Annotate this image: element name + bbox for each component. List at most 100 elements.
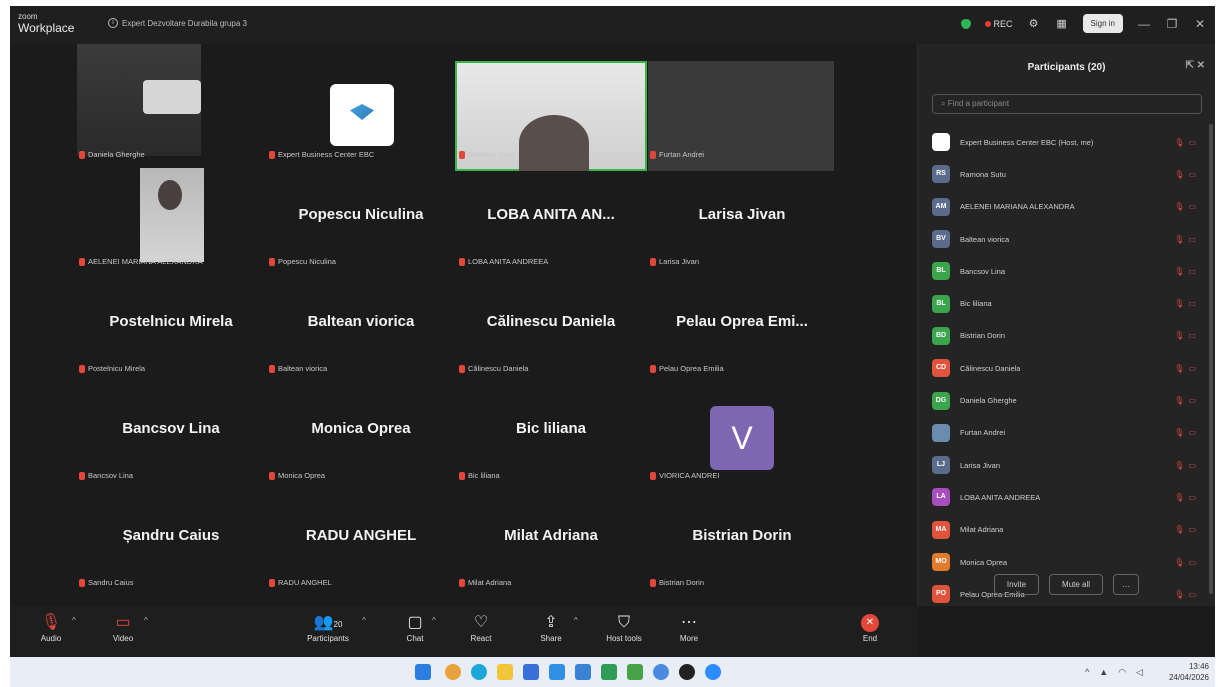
mic-muted-icon[interactable]: 🎙 <box>1174 170 1184 179</box>
host-tools-button[interactable]: ⛉ Host tools <box>600 612 648 643</box>
participant-tile[interactable]: Pelau Oprea Emi... Pelau Oprea Emilia <box>648 275 836 381</box>
more-options-button[interactable]: … <box>1113 573 1140 595</box>
store-icon[interactable] <box>523 664 539 680</box>
mic-muted-icon[interactable]: 🎙 <box>1174 138 1184 147</box>
sign-in-button[interactable]: Sign in <box>1082 14 1123 33</box>
clock[interactable]: 13:46 24/04/2026 <box>1169 661 1209 683</box>
camera-off-icon[interactable]: ▭ <box>1188 493 1196 502</box>
camera-off-icon[interactable]: ▭ <box>1188 461 1196 470</box>
camera-off-icon[interactable]: ▭ <box>1188 396 1196 405</box>
participant-tile[interactable]: Postelnicu Mirela Postelnicu Mirela <box>77 275 265 381</box>
participant-row[interactable]: LJ Larisa Jivan 🎙 ▭ <box>932 449 1202 481</box>
participant-tile[interactable]: Bic liliana Bic liliana <box>457 382 645 488</box>
mic-muted-icon[interactable]: 🎙 <box>1174 331 1184 340</box>
participant-row[interactable]: Expert Business Center EBC (Host, me) 🎙 ▭ <box>932 126 1202 158</box>
app-icon[interactable] <box>679 664 695 680</box>
restore-icon[interactable]: ❐ <box>1165 17 1179 31</box>
participant-tile[interactable]: Furtan Andrei <box>648 61 836 167</box>
share-button[interactable]: ⇪ Share ^ <box>536 612 577 643</box>
participant-tile[interactable]: Ramona Sutu <box>457 61 645 167</box>
chat-caret-icon[interactable]: ^ <box>432 616 436 625</box>
react-button[interactable]: ♡ React <box>468 612 494 643</box>
participant-tile[interactable]: Baltean viorica Baltean viorica <box>267 275 455 381</box>
excel-icon[interactable] <box>601 664 617 680</box>
wifi-icon[interactable]: ◠ <box>1118 667 1126 678</box>
more-button[interactable]: ⋯ More <box>674 612 704 643</box>
close-icon[interactable]: ✕ <box>1193 17 1207 31</box>
camera-off-icon[interactable]: ▭ <box>1188 170 1196 179</box>
security-shield-icon[interactable] <box>960 18 971 29</box>
mic-muted-icon[interactable]: 🎙 <box>1174 364 1184 373</box>
apps-grid-icon[interactable]: ▦ <box>1055 17 1069 30</box>
video-button[interactable]: ▭ Video ^ <box>108 612 148 643</box>
participant-tile[interactable]: Expert Business Center EBC <box>267 61 455 167</box>
participant-row[interactable]: LA LOBA ANITA ANDREEA 🎙 ▭ <box>932 481 1202 513</box>
find-participant-input[interactable]: ⌕ Find a participant <box>932 94 1202 114</box>
camera-off-icon[interactable]: ▭ <box>1188 428 1196 437</box>
end-button[interactable]: ✕ End <box>858 612 882 643</box>
participants-caret-icon[interactable]: ^ <box>362 616 366 625</box>
volume-icon[interactable]: ◁ <box>1136 667 1143 678</box>
participant-tile[interactable]: Larisa Jivan Larisa Jivan <box>648 168 836 274</box>
participant-row[interactable]: RS Ramona Sutu 🎙 ▭ <box>932 158 1202 190</box>
camera-off-icon[interactable]: ▭ <box>1188 525 1196 534</box>
camera-off-icon[interactable]: ▭ <box>1188 138 1196 147</box>
popout-close-icon[interactable]: ⇱ ✕ <box>1185 60 1205 71</box>
participant-tile[interactable]: AELENEI MARIANA ALEXANDRA <box>77 168 265 274</box>
camera-off-icon[interactable]: ▭ <box>1188 235 1196 244</box>
edge-icon[interactable] <box>471 664 487 680</box>
scrollbar[interactable] <box>1209 124 1213 594</box>
mute-all-button[interactable]: Mute all <box>1049 573 1104 595</box>
mic-muted-icon[interactable]: 🎙 <box>1174 267 1184 276</box>
camera-off-icon[interactable]: ▭ <box>1188 364 1196 373</box>
mic-muted-icon[interactable]: 🎙 <box>1174 493 1184 502</box>
participant-tile[interactable]: LOBA ANITA AN... LOBA ANITA ANDREEA <box>457 168 645 274</box>
participant-row[interactable]: AM AELENEI MARIANA ALEXANDRA 🎙 ▭ <box>932 191 1202 223</box>
mic-muted-icon[interactable]: 🎙 <box>1174 461 1184 470</box>
participant-row[interactable]: DG Daniela Gherghe 🎙 ▭ <box>932 384 1202 416</box>
mic-muted-icon[interactable]: 🎙 <box>1174 396 1184 405</box>
minimize-icon[interactable]: — <box>1137 17 1151 31</box>
meeting-info[interactable]: i Expert Dezvoltare Durabila grupa 3 <box>108 18 247 28</box>
participant-tile[interactable]: Milat Adriana Milat Adriana <box>457 489 645 595</box>
chevron-up-icon[interactable]: ^ <box>1085 667 1089 678</box>
participant-row[interactable]: BV Baltean viorica 🎙 ▭ <box>932 223 1202 255</box>
participant-tile[interactable]: Bancsov Lina Bancsov Lina <box>77 382 265 488</box>
mic-muted-icon[interactable]: 🎙 <box>1174 428 1184 437</box>
file-explorer-icon[interactable] <box>497 664 513 680</box>
app-icon[interactable] <box>549 664 565 680</box>
video-caret-icon[interactable]: ^ <box>144 616 148 625</box>
participants-button[interactable]: 👥20 Participants ^ <box>300 612 366 643</box>
recording-indicator[interactable]: REC <box>984 19 1013 29</box>
participant-row[interactable]: CD Călinescu Daniela 🎙 ▭ <box>932 352 1202 384</box>
participant-row[interactable]: MA Milat Adriana 🎙 ▭ <box>932 514 1202 546</box>
settings-gear-icon[interactable]: ⚙ <box>1027 17 1041 30</box>
participant-row[interactable]: BL Bancsov Lina 🎙 ▭ <box>932 255 1202 287</box>
participant-tile[interactable]: Monica Oprea Monica Oprea <box>267 382 455 488</box>
participant-tile[interactable]: Bistrian Dorin Bistrian Dorin <box>648 489 836 595</box>
share-caret-icon[interactable]: ^ <box>574 616 578 625</box>
start-icon[interactable] <box>415 664 431 680</box>
network-icon[interactable]: ▲ <box>1099 667 1108 678</box>
participant-tile[interactable]: Daniela Gherghe <box>77 61 265 167</box>
info-icon[interactable]: i <box>108 18 118 28</box>
audio-button[interactable]: 🎙 Audio ^ <box>36 612 76 643</box>
participant-tile[interactable]: Popescu Niculina Popescu Niculina <box>267 168 455 274</box>
app-icon[interactable] <box>627 664 643 680</box>
camera-off-icon[interactable]: ▭ <box>1188 331 1196 340</box>
participant-tile[interactable]: VIORICA ANDREI <box>648 382 836 488</box>
mic-muted-icon[interactable]: 🎙 <box>1174 235 1184 244</box>
mic-muted-icon[interactable]: 🎙 <box>1174 525 1184 534</box>
participant-row[interactable]: BD Bistrian Dorin 🎙 ▭ <box>932 320 1202 352</box>
camera-off-icon[interactable]: ▭ <box>1188 267 1196 276</box>
chrome-icon[interactable] <box>445 664 461 680</box>
participant-row[interactable]: Furtan Andrei 🎙 ▭ <box>932 417 1202 449</box>
app-icon[interactable] <box>575 664 591 680</box>
camera-off-icon[interactable]: ▭ <box>1188 299 1196 308</box>
app-icon[interactable] <box>653 664 669 680</box>
mic-muted-icon[interactable]: 🎙 <box>1174 299 1184 308</box>
chat-button[interactable]: ▢ Chat ^ <box>402 612 436 643</box>
participant-row[interactable]: BL Bic liliana 🎙 ▭ <box>932 287 1202 319</box>
audio-caret-icon[interactable]: ^ <box>72 616 76 625</box>
participant-tile[interactable]: RADU ANGHEL RADU ANGHEL <box>267 489 455 595</box>
